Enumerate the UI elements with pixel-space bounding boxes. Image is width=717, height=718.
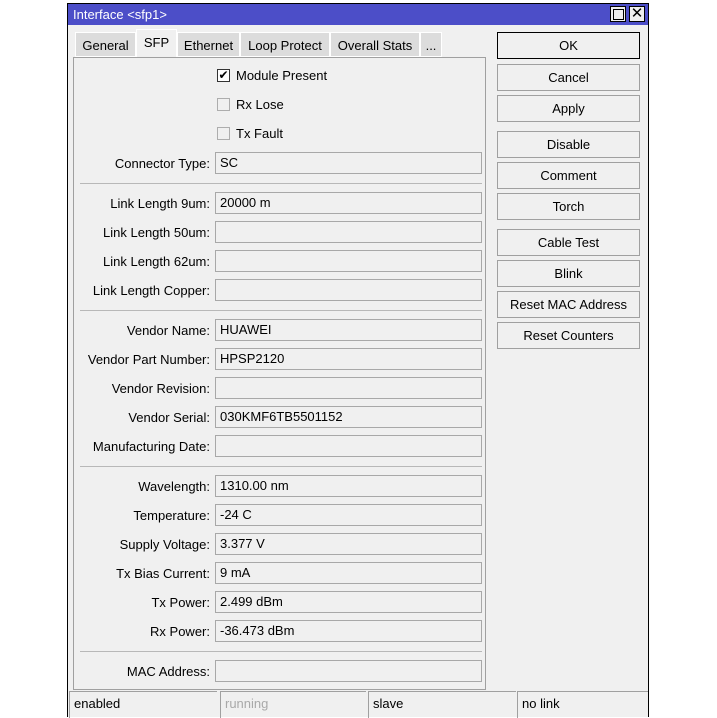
ok-button[interactable]: OK (497, 32, 640, 59)
field-label: Vendor Revision: (111, 381, 210, 396)
supply-voltage-field: Supply Voltage: 3.377 V (74, 533, 487, 555)
field-label: Tx Bias Current: (116, 566, 210, 581)
vendor-revision-field: Vendor Revision: (74, 377, 487, 399)
vendor-part-number-value[interactable]: HPSP2120 (215, 348, 482, 370)
reset-mac-address-button[interactable]: Reset MAC Address (497, 291, 640, 318)
checkbox-label: Tx Fault (236, 126, 283, 141)
field-label: Vendor Name: (126, 323, 210, 338)
vendor-part-number-field: Vendor Part Number: HPSP2120 (74, 348, 487, 370)
wavelength-field: Wavelength: 1310.00 nm (74, 475, 487, 497)
tab-ethernet[interactable]: Ethernet (177, 32, 240, 57)
connector-type-value[interactable]: SC (215, 152, 482, 174)
manufacturing-date-value[interactable] (215, 435, 482, 457)
vendor-name-value[interactable]: HUAWEI (215, 319, 482, 341)
tab-general[interactable]: General (75, 32, 136, 57)
link-length-9um-value[interactable]: 20000 m (215, 192, 482, 214)
link-length-9um-field: Link Length 9um: 20000 m (74, 192, 487, 214)
cable-test-button[interactable]: Cable Test (497, 229, 640, 256)
comment-button[interactable]: Comment (497, 162, 640, 189)
vendor-serial-field: Vendor Serial: 030KMF6TB5501152 (74, 406, 487, 428)
link-length-copper-field: Link Length Copper: (74, 279, 487, 301)
checkbox-unchecked-icon[interactable] (217, 98, 230, 111)
field-label: Temperature: (133, 508, 210, 523)
wavelength-value[interactable]: 1310.00 nm (215, 475, 482, 497)
link-length-62um-value[interactable] (215, 250, 482, 272)
torch-button[interactable]: Torch (497, 193, 640, 220)
tab-more[interactable]: ... (420, 32, 442, 57)
vendor-revision-value[interactable] (215, 377, 482, 399)
divider (80, 310, 482, 311)
field-label: Link Length Copper: (92, 283, 210, 298)
field-label: Link Length 9um: (110, 196, 210, 211)
temperature-field: Temperature: -24 C (74, 504, 487, 526)
field-label: Vendor Part Number: (87, 352, 210, 367)
field-label: Manufacturing Date: (92, 439, 210, 454)
rx-power-value[interactable]: -36.473 dBm (215, 620, 482, 642)
interface-dialog: Interface <sfp1> ✕ General SFP Ethernet … (67, 3, 649, 718)
temperature-value[interactable]: -24 C (215, 504, 482, 526)
field-label: Wavelength: (138, 479, 210, 494)
divider (80, 651, 482, 652)
divider (80, 466, 482, 467)
tx-bias-current-field: Tx Bias Current: 9 mA (74, 562, 487, 584)
tx-power-field: Tx Power: 2.499 dBm (74, 591, 487, 613)
connector-type-field: Connector Type: SC (74, 152, 487, 174)
tx-power-value[interactable]: 2.499 dBm (215, 591, 482, 613)
rx-power-field: Rx Power: -36.473 dBm (74, 620, 487, 642)
tab-overall-stats[interactable]: Overall Stats (330, 32, 420, 57)
cancel-button[interactable]: Cancel (497, 64, 640, 91)
vendor-serial-value[interactable]: 030KMF6TB5501152 (215, 406, 482, 428)
field-label: Link Length 62um: (103, 254, 210, 269)
link-length-copper-value[interactable] (215, 279, 482, 301)
mac-address-value[interactable] (215, 660, 482, 682)
supply-voltage-value[interactable]: 3.377 V (215, 533, 482, 555)
field-label: Vendor Serial: (128, 410, 210, 425)
status-role: slave (368, 691, 516, 718)
mac-address-field: MAC Address: (74, 660, 487, 682)
title-bar[interactable]: Interface <sfp1> ✕ (68, 4, 648, 25)
status-running: running (220, 691, 366, 718)
window-title: Interface <sfp1> (73, 7, 167, 22)
status-enabled: enabled (69, 691, 217, 718)
link-length-50um-value[interactable] (215, 221, 482, 243)
field-label: Link Length 50um: (103, 225, 210, 240)
checkbox-unchecked-icon[interactable] (217, 127, 230, 140)
reset-counters-button[interactable]: Reset Counters (497, 322, 640, 349)
field-label: Rx Power: (150, 624, 210, 639)
apply-button[interactable]: Apply (497, 95, 640, 122)
tab-sfp[interactable]: SFP (136, 29, 177, 58)
vendor-name-field: Vendor Name: HUAWEI (74, 319, 487, 341)
link-length-50um-field: Link Length 50um: (74, 221, 487, 243)
close-icon[interactable]: ✕ (629, 6, 645, 22)
field-label: Tx Power: (151, 595, 210, 610)
checkbox-checked-icon[interactable]: ✔ (217, 69, 230, 82)
checkbox-label: Rx Lose (236, 97, 284, 112)
link-length-62um-field: Link Length 62um: (74, 250, 487, 272)
field-label: MAC Address: (126, 664, 210, 679)
field-label: Connector Type: (114, 156, 210, 171)
status-link: no link (517, 691, 648, 718)
tab-loop-protect[interactable]: Loop Protect (240, 32, 330, 57)
blink-button[interactable]: Blink (497, 260, 640, 287)
maximize-icon[interactable] (610, 6, 626, 22)
manufacturing-date-field: Manufacturing Date: (74, 435, 487, 457)
sfp-panel: ✔ Module Present Rx Lose Tx Fault Connec… (73, 57, 486, 690)
disable-button[interactable]: Disable (497, 131, 640, 158)
tx-bias-current-value[interactable]: 9 mA (215, 562, 482, 584)
field-label: Supply Voltage: (119, 537, 210, 552)
checkbox-label: Module Present (236, 68, 328, 83)
divider (80, 183, 482, 184)
